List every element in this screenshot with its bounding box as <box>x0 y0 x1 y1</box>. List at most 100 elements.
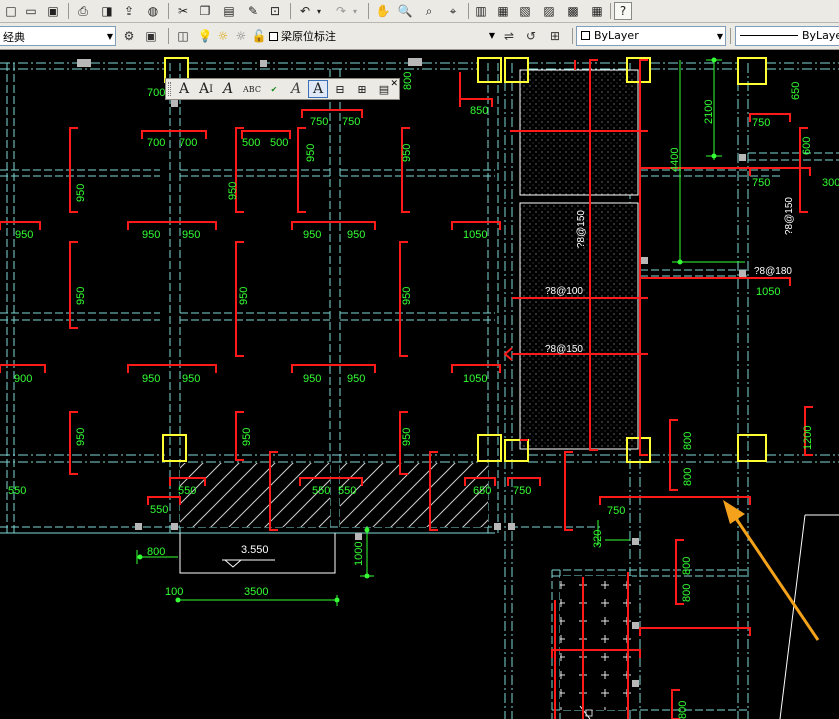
hatch-area-2 <box>340 463 488 527</box>
dimension-text: 550 <box>312 485 330 497</box>
workspace-save-icon[interactable]: ▣ <box>142 27 160 45</box>
dimension-text: 1050 <box>463 373 487 385</box>
dimension-text: 750 <box>342 116 360 128</box>
dimension-text: 950 <box>401 428 413 446</box>
layer-on-icon: 💡 <box>197 29 213 43</box>
color-select[interactable]: ByLayer ▼ <box>576 26 726 46</box>
beam-bar <box>503 347 513 361</box>
new-file-icon[interactable]: □ <box>2 2 20 20</box>
zoom-window-icon[interactable]: ⌕ <box>420 2 438 20</box>
workspace-select[interactable]: 经典 ▼ <box>0 26 116 46</box>
layer-states-icon[interactable]: ⊞ <box>546 27 564 45</box>
chevron-down-icon: ▼ <box>488 31 495 40</box>
layers-toolbar: 经典 ▼ ⚙ ▣ ◫ 💡 ☼ ☼ 🔓 梁原位标注 ▼ ⇌ ↺ ⊞ ByLayer… <box>0 23 839 50</box>
dimension-text: 550 <box>178 485 196 497</box>
dimension-text: 320 <box>592 530 604 548</box>
dimension-text: 950 <box>241 428 253 446</box>
calculator-icon[interactable]: ▦ <box>588 2 606 20</box>
dimension-text: 950 <box>182 229 200 241</box>
cut-icon[interactable]: ✂ <box>174 2 192 20</box>
workspace-settings-icon[interactable]: ⚙ <box>120 27 138 45</box>
dimension-text: 950 <box>75 184 87 202</box>
beam-bracket-h <box>451 364 501 373</box>
stair-area-upper <box>519 69 639 196</box>
sheet-set-icon[interactable]: ▨ <box>540 2 558 20</box>
dimension-text: 1000 <box>353 542 365 566</box>
design-center-icon[interactable]: ▦ <box>494 2 512 20</box>
save-icon[interactable]: ▣ <box>44 2 62 20</box>
dimension-text: 3500 <box>244 586 268 598</box>
beam-bracket-h <box>639 627 751 636</box>
drawing-canvas[interactable]: 700 800 850 750 750 700 700 500 500 950 950 950 950 9… <box>0 50 839 719</box>
dimension-text: 950 <box>142 373 160 385</box>
dimension-text: 600 <box>801 137 813 155</box>
linetype-select[interactable]: ByLayer <box>735 26 839 46</box>
dimension-text: 650 <box>790 82 802 100</box>
chevron-down-icon: ▼ <box>716 32 723 41</box>
text-scale-icon[interactable]: A <box>286 80 306 98</box>
dimension-text: 800 <box>682 432 694 450</box>
chevron-down-icon: ▼ <box>106 32 113 41</box>
dimension-text: 900 <box>14 373 32 385</box>
redo-dropdown-icon[interactable]: ▾ <box>350 2 360 20</box>
make-current-layer-icon[interactable]: ⇌ <box>500 27 518 45</box>
text-justify-icon[interactable]: A <box>308 80 328 98</box>
markup-icon[interactable]: ▩ <box>564 2 582 20</box>
copy-icon[interactable]: ❐ <box>196 2 214 20</box>
layer-vp-freeze-icon: ☼ <box>235 29 247 43</box>
dimension-text: 950 <box>75 287 87 305</box>
elevation-text: 3.550 <box>241 544 269 556</box>
rebar-text: ?8@150 <box>545 344 583 355</box>
zoom-realtime-icon[interactable]: 🔍 <box>396 2 414 20</box>
redo-icon[interactable]: ↷ <box>332 2 350 20</box>
linetype-value: ByLayer <box>802 29 839 42</box>
undo-dropdown-icon[interactable]: ▾ <box>314 2 324 20</box>
dimension-text: 950 <box>182 373 200 385</box>
text-mask-icon[interactable]: ⊞ <box>352 80 372 98</box>
open-file-icon[interactable]: ▭ <box>22 2 40 20</box>
undo-icon[interactable]: ↶ <box>296 2 314 20</box>
help-icon[interactable]: ? <box>614 2 632 20</box>
dimension-text: 1050 <box>463 229 487 241</box>
rebar-text: ?8@150 <box>784 197 795 235</box>
layer-previous-icon[interactable]: ↺ <box>522 27 540 45</box>
dimension-text: 550 <box>150 504 168 516</box>
annotation-arrow <box>723 500 820 641</box>
spell-check-icon[interactable]: ✔ <box>264 80 284 98</box>
dimension-text: 950 <box>401 287 413 305</box>
find-replace-icon[interactable]: ABC <box>242 80 262 98</box>
layer-manager-icon[interactable]: ◫ <box>174 27 192 45</box>
multiline-text-icon[interactable]: AI <box>196 80 216 98</box>
3d-dwf-icon[interactable]: ◍ <box>144 2 162 20</box>
print-preview-icon[interactable]: ◨ <box>98 2 116 20</box>
dimension-text: 300 <box>822 177 839 189</box>
dimension-text: 800 <box>402 72 414 90</box>
close-icon[interactable]: ✕ <box>390 79 398 89</box>
publish-icon[interactable]: ⇪ <box>120 2 138 20</box>
toolbar-grip[interactable] <box>168 82 171 96</box>
dimension-text: 950 <box>15 229 33 241</box>
block-editor-icon[interactable]: ⊡ <box>266 2 284 20</box>
beam-bracket-h <box>639 277 791 286</box>
print-icon[interactable]: ⎙ <box>74 2 92 20</box>
text-style-icon[interactable]: A <box>174 80 194 98</box>
layer-select[interactable]: 梁原位标注 ▼ <box>265 26 497 46</box>
dimension-text: 800 <box>147 546 165 558</box>
tool-palettes-icon[interactable]: ▧ <box>516 2 534 20</box>
color-value: ByLayer <box>594 29 639 42</box>
dimension-text: 950 <box>142 229 160 241</box>
edit-text-icon[interactable]: A <box>218 80 238 98</box>
text-convert-icon[interactable]: ⊟ <box>330 80 350 98</box>
paste-icon[interactable]: ▤ <box>220 2 238 20</box>
zoom-previous-icon[interactable]: ⌖ <box>444 2 462 20</box>
properties-icon[interactable]: ▥ <box>472 2 490 20</box>
dimension-text: 750 <box>607 505 625 517</box>
match-properties-icon[interactable]: ✎ <box>244 2 262 20</box>
dimension-text: 950 <box>347 229 365 241</box>
dimension-text: 1050 <box>756 286 780 298</box>
dimension-text: 750 <box>752 177 770 189</box>
beam-bracket-v <box>564 451 573 531</box>
pan-icon[interactable]: ✋ <box>374 2 392 20</box>
layer-freeze-icon: ☼ <box>217 29 229 43</box>
cross-hatch-area <box>560 576 632 710</box>
